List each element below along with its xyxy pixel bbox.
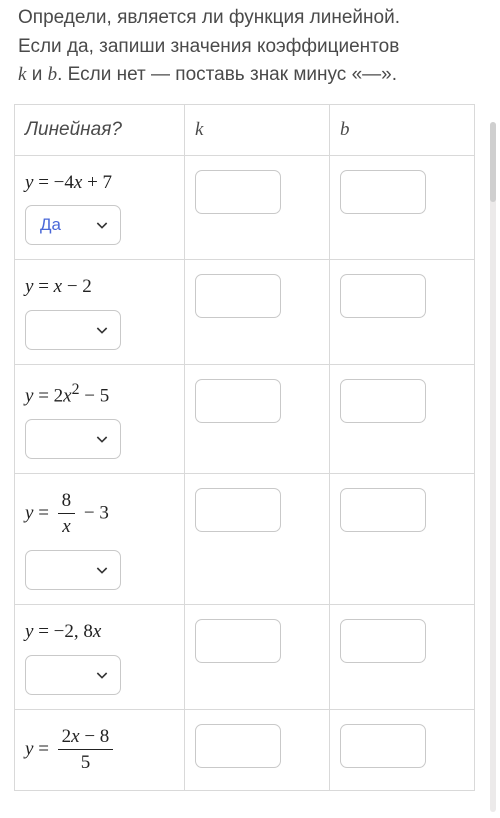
instructions-line2a: Если да, запиши значения коэффициентов xyxy=(18,36,399,57)
k-input[interactable] xyxy=(195,170,281,214)
b-input[interactable] xyxy=(340,170,426,214)
linear-select[interactable] xyxy=(25,419,121,459)
b-input[interactable] xyxy=(340,488,426,532)
chevron-down-icon xyxy=(94,217,110,233)
scrollbar[interactable] xyxy=(490,122,496,812)
linear-select[interactable] xyxy=(25,310,121,350)
linear-select[interactable] xyxy=(25,655,121,695)
k-input[interactable] xyxy=(195,274,281,318)
linear-select[interactable]: Да xyxy=(25,205,121,245)
table-row: y = −2, 8x xyxy=(15,605,475,710)
chevron-down-icon xyxy=(94,322,110,338)
k-input[interactable] xyxy=(195,724,281,768)
b-input[interactable] xyxy=(340,724,426,768)
header-b: b xyxy=(330,104,475,155)
instructions-line1: Определи, является ли функция линейной. xyxy=(18,7,400,28)
instructions-tail: . Если нет — поставь знак минус «—». xyxy=(57,64,397,85)
table-row: y = x − 2 xyxy=(15,260,475,365)
chevron-down-icon xyxy=(94,667,110,683)
formula: y = 8x − 3 xyxy=(25,488,174,540)
k-input[interactable] xyxy=(195,379,281,423)
header-k: k xyxy=(185,104,330,155)
select-value: Да xyxy=(40,215,61,235)
formula: y = x − 2 xyxy=(25,274,174,300)
chevron-down-icon xyxy=(94,562,110,578)
table-row: y = −4x + 7 Да xyxy=(15,155,475,260)
table-row: y = 2x2 − 5 xyxy=(15,364,475,473)
chevron-down-icon xyxy=(94,431,110,447)
instructions-text: Определи, является ли функция линейной. … xyxy=(14,0,486,104)
formula: y = −2, 8x xyxy=(25,619,174,645)
k-input[interactable] xyxy=(195,619,281,663)
table-row: y = 8x − 3 xyxy=(15,473,475,604)
formula: y = 2x2 − 5 xyxy=(25,379,174,409)
formula: y = 2x − 85 xyxy=(25,724,174,776)
b-input[interactable] xyxy=(340,379,426,423)
linear-select[interactable] xyxy=(25,550,121,590)
coeff-b-symbol: b xyxy=(48,64,58,85)
b-input[interactable] xyxy=(340,619,426,663)
formula: y = −4x + 7 xyxy=(25,170,174,196)
table-row: y = 2x − 85 xyxy=(15,709,475,790)
k-input[interactable] xyxy=(195,488,281,532)
b-input[interactable] xyxy=(340,274,426,318)
functions-table: Линейная? k b y = −4x + 7 Да y = xyxy=(14,104,475,791)
header-linear: Линейная? xyxy=(15,104,185,155)
scrollbar-thumb[interactable] xyxy=(490,122,496,202)
instructions-and: и xyxy=(26,64,47,85)
